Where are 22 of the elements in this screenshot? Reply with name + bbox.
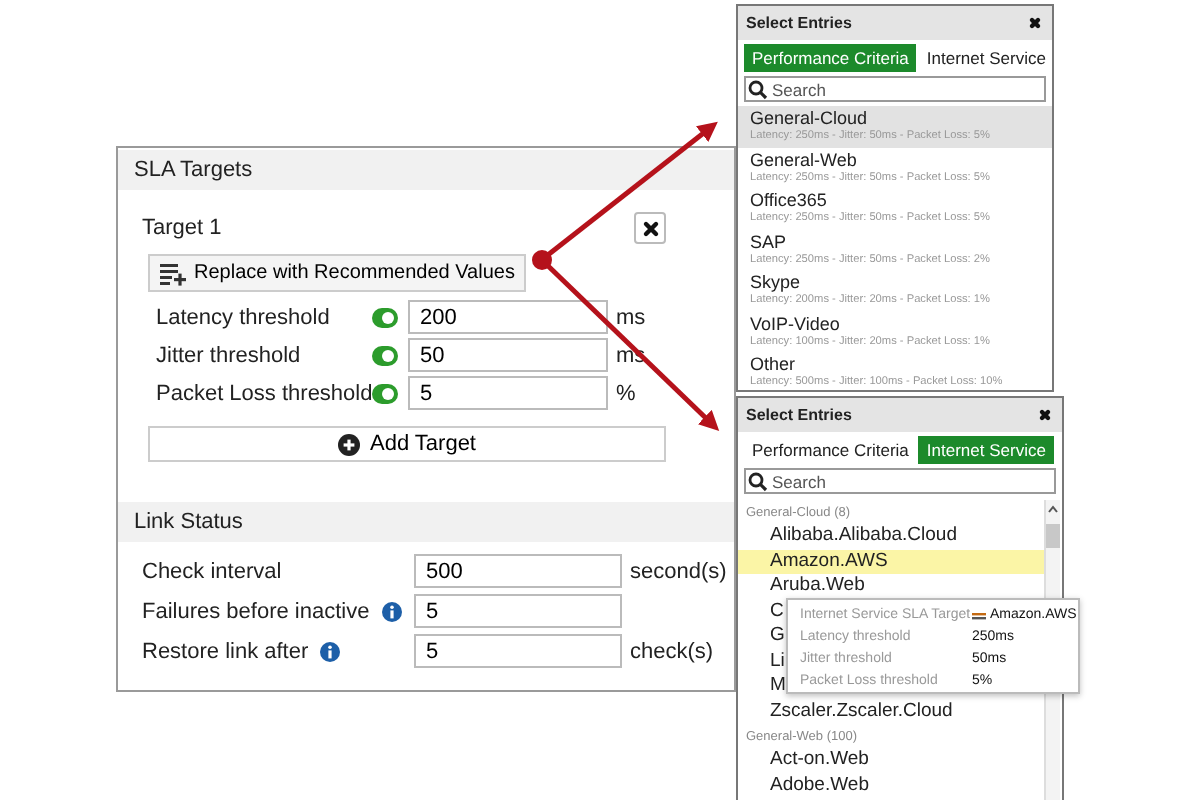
- unit-label: check(s): [630, 639, 716, 663]
- unit-label: ms: [616, 305, 648, 329]
- section-header: SLA Targets: [118, 150, 734, 190]
- entry-name: General-Cloud: [750, 108, 870, 130]
- entry-name: Other: [750, 354, 798, 376]
- field-label: Restore link after: [142, 639, 309, 663]
- popup-title: Select Entries: [746, 406, 852, 424]
- unit-label: second(s): [630, 559, 729, 583]
- target-title: Target 1: [142, 216, 222, 240]
- field-label: Packet Loss threshold: [156, 381, 372, 405]
- entry-name: Office365: [750, 190, 829, 212]
- popup-title: Select Entries: [746, 14, 852, 32]
- entry-name: SAP: [750, 231, 789, 253]
- field-label: Check interval: [142, 559, 282, 583]
- unit-label: %: [616, 381, 638, 405]
- section-header: Link Status: [118, 502, 734, 542]
- field-label: Jitter threshold: [156, 343, 303, 367]
- field-label: Latency threshold: [156, 305, 332, 329]
- entry-name: Skype: [750, 272, 803, 294]
- entry-name: VoIP-Video: [750, 313, 842, 335]
- field-label: Failures before inactive: [142, 599, 370, 623]
- entry-name: General-Web: [750, 149, 859, 171]
